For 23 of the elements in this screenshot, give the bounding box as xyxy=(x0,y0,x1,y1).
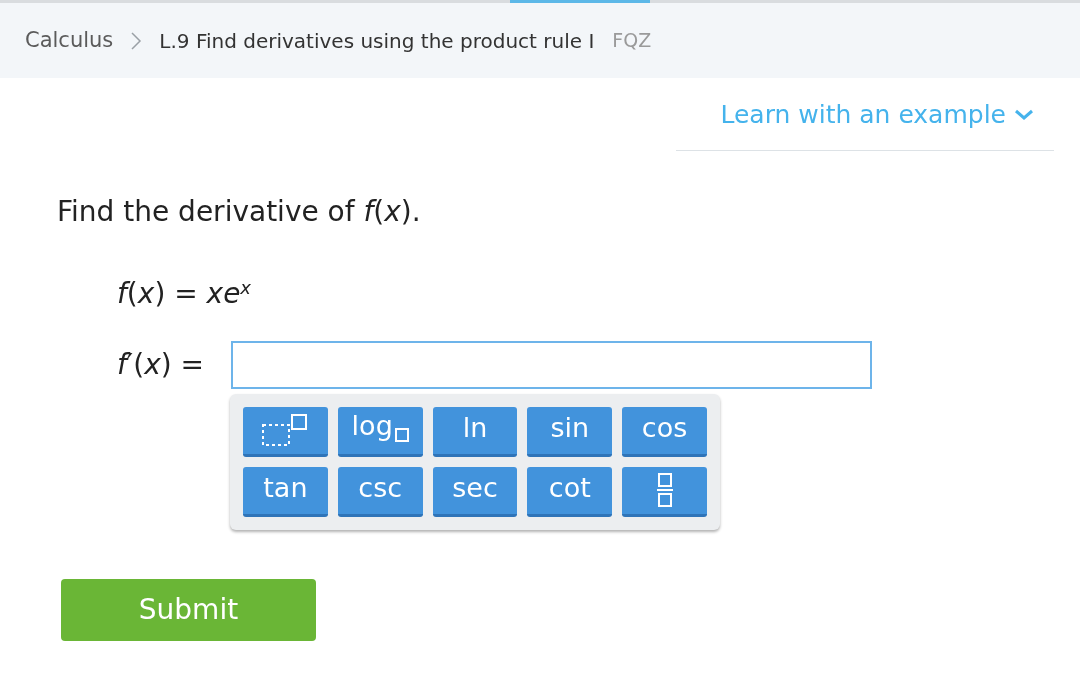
skill-code: FQZ xyxy=(612,28,652,54)
function-key[interactable]: cos xyxy=(622,406,707,457)
chevron-right-icon xyxy=(130,30,143,51)
breadcrumb-link[interactable]: Calculus xyxy=(25,24,114,57)
log-key[interactable]: log xyxy=(337,406,423,457)
function-key[interactable]: ln xyxy=(432,406,518,457)
function-key[interactable]: sec xyxy=(432,466,518,517)
exponent-key[interactable] xyxy=(243,406,328,457)
fraction-icon xyxy=(656,473,673,507)
function-key[interactable]: cot xyxy=(527,466,613,517)
skill-title: L.9 Find derivatives using the product rule I xyxy=(159,27,595,55)
function-equation: f(x) = xe$^{x}$ xyxy=(117,275,252,312)
base-placeholder-icon xyxy=(394,427,409,442)
submit-button[interactable]: Submit xyxy=(61,578,316,641)
answer-field[interactable] xyxy=(231,340,872,389)
question-text: Find the derivative of f(x). xyxy=(57,193,422,230)
function-key[interactable]: sin xyxy=(527,406,613,457)
function-key[interactable]: tan xyxy=(243,466,328,517)
fraction-key[interactable] xyxy=(622,466,707,517)
chevron-down-icon xyxy=(1014,108,1034,121)
answer-label: f′(x) = xyxy=(117,346,205,383)
function-key[interactable]: csc xyxy=(337,466,423,517)
learn-example-link[interactable]: Learn with an example xyxy=(676,96,1054,151)
